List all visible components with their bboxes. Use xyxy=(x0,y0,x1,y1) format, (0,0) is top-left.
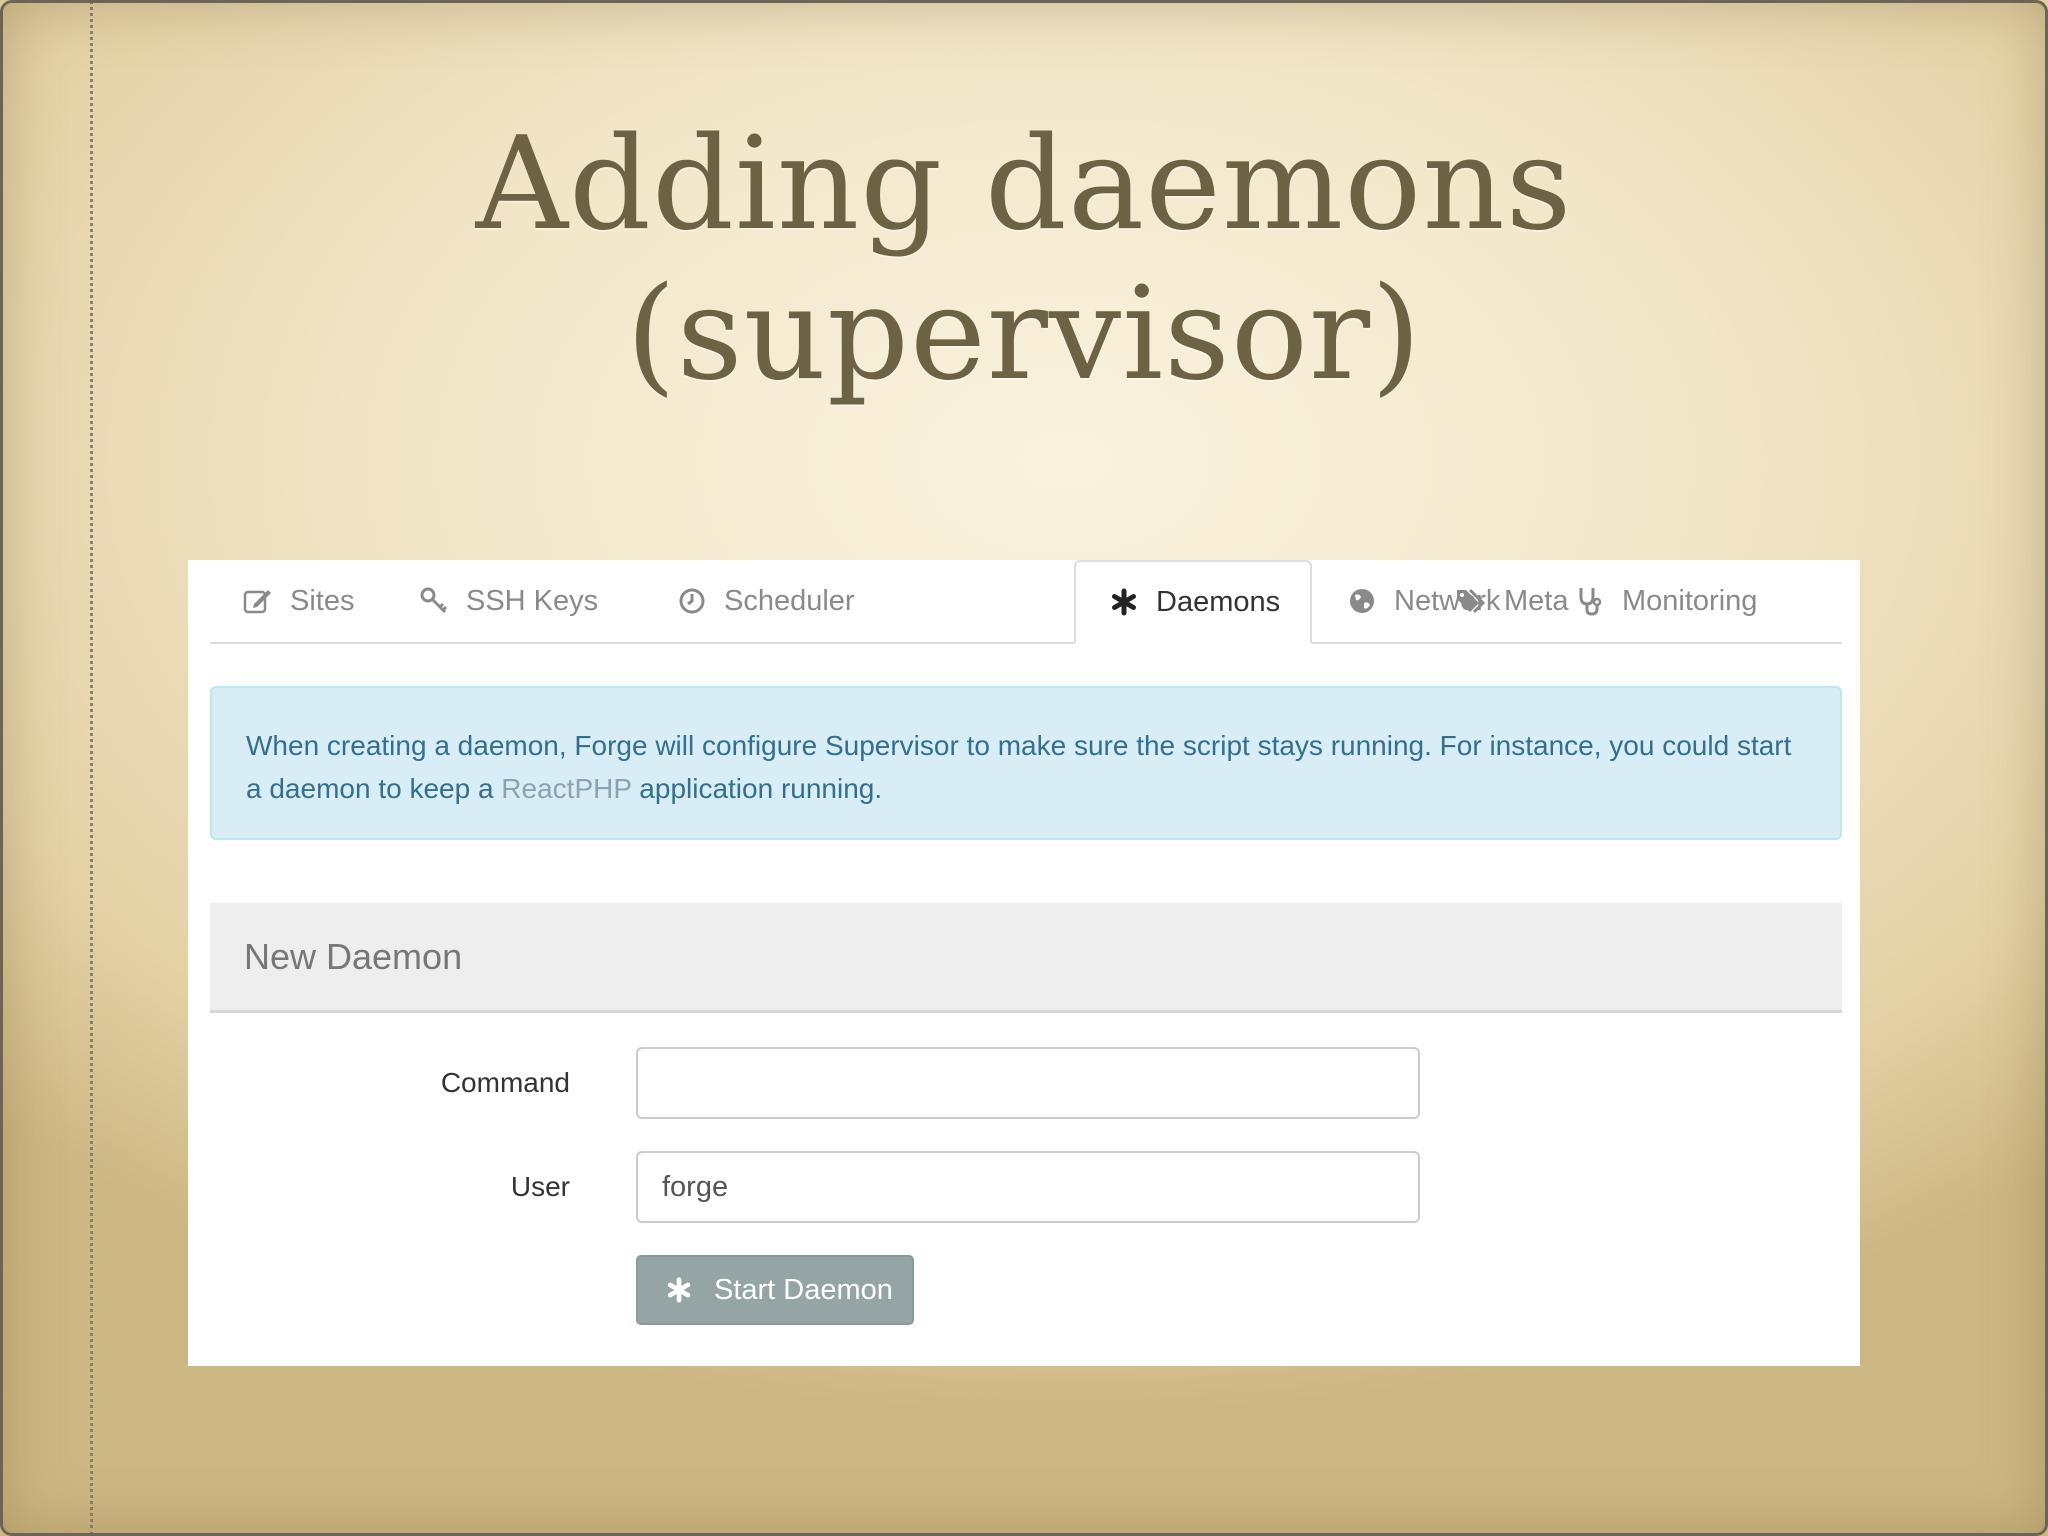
command-row: Command xyxy=(188,1047,1860,1119)
globe-icon xyxy=(1344,583,1380,619)
slide-title: Adding daemons (supervisor) xyxy=(0,110,2048,410)
reactphp-link[interactable]: ReactPHP xyxy=(501,773,631,804)
command-input[interactable] xyxy=(636,1047,1420,1119)
slide-background: Adding daemons (supervisor) Sites SSH Ke… xyxy=(0,0,2048,1536)
new-daemon-heading: New Daemon xyxy=(210,903,1842,1013)
tab-meta[interactable]: Meta xyxy=(1454,560,1568,642)
server-tabs: Sites SSH Keys Scheduler Daemons Network… xyxy=(210,560,1842,644)
tab-sites[interactable]: Sites xyxy=(240,560,354,642)
info-alert: When creating a daemon, Forge will confi… xyxy=(210,686,1842,840)
alert-text-start: When creating a daemon, Forge will confi… xyxy=(246,730,1792,804)
clock-icon xyxy=(674,583,710,619)
user-input[interactable] xyxy=(636,1151,1420,1223)
tab-monitoring[interactable]: Monitoring xyxy=(1572,560,1757,642)
tab-scheduler[interactable]: Scheduler xyxy=(674,560,855,642)
alert-text-end: application running. xyxy=(631,773,883,804)
tab-ssh-keys-label: SSH Keys xyxy=(466,584,599,617)
user-row: User xyxy=(188,1151,1860,1223)
user-label: User xyxy=(510,1171,570,1202)
slide-title-line-1: Adding daemons xyxy=(475,110,1573,259)
tab-daemons-label: Daemons xyxy=(1156,585,1281,618)
new-daemon-heading-text: New Daemon xyxy=(244,935,463,977)
command-label: Command xyxy=(440,1067,570,1098)
start-daemon-button-label: Start Daemon xyxy=(714,1273,893,1306)
tab-scheduler-label: Scheduler xyxy=(724,584,855,617)
tab-monitoring-label: Monitoring xyxy=(1622,584,1758,617)
tab-sites-label: Sites xyxy=(290,584,355,617)
tab-meta-label: Meta xyxy=(1504,584,1569,617)
forge-daemons-panel: Sites SSH Keys Scheduler Daemons Network… xyxy=(188,560,1860,1366)
slide-title-line-2: (supervisor) xyxy=(625,260,1423,409)
key-icon xyxy=(416,583,452,619)
tab-daemons[interactable]: Daemons xyxy=(1074,560,1313,644)
start-daemon-button[interactable]: Start Daemon xyxy=(636,1255,914,1325)
tags-icon xyxy=(1454,583,1490,619)
stethoscope-icon xyxy=(1572,583,1608,619)
asterisk-icon xyxy=(664,1275,694,1305)
tab-ssh-keys[interactable]: SSH Keys xyxy=(416,560,598,642)
asterisk-icon xyxy=(1106,584,1142,620)
edit-icon xyxy=(240,583,276,619)
